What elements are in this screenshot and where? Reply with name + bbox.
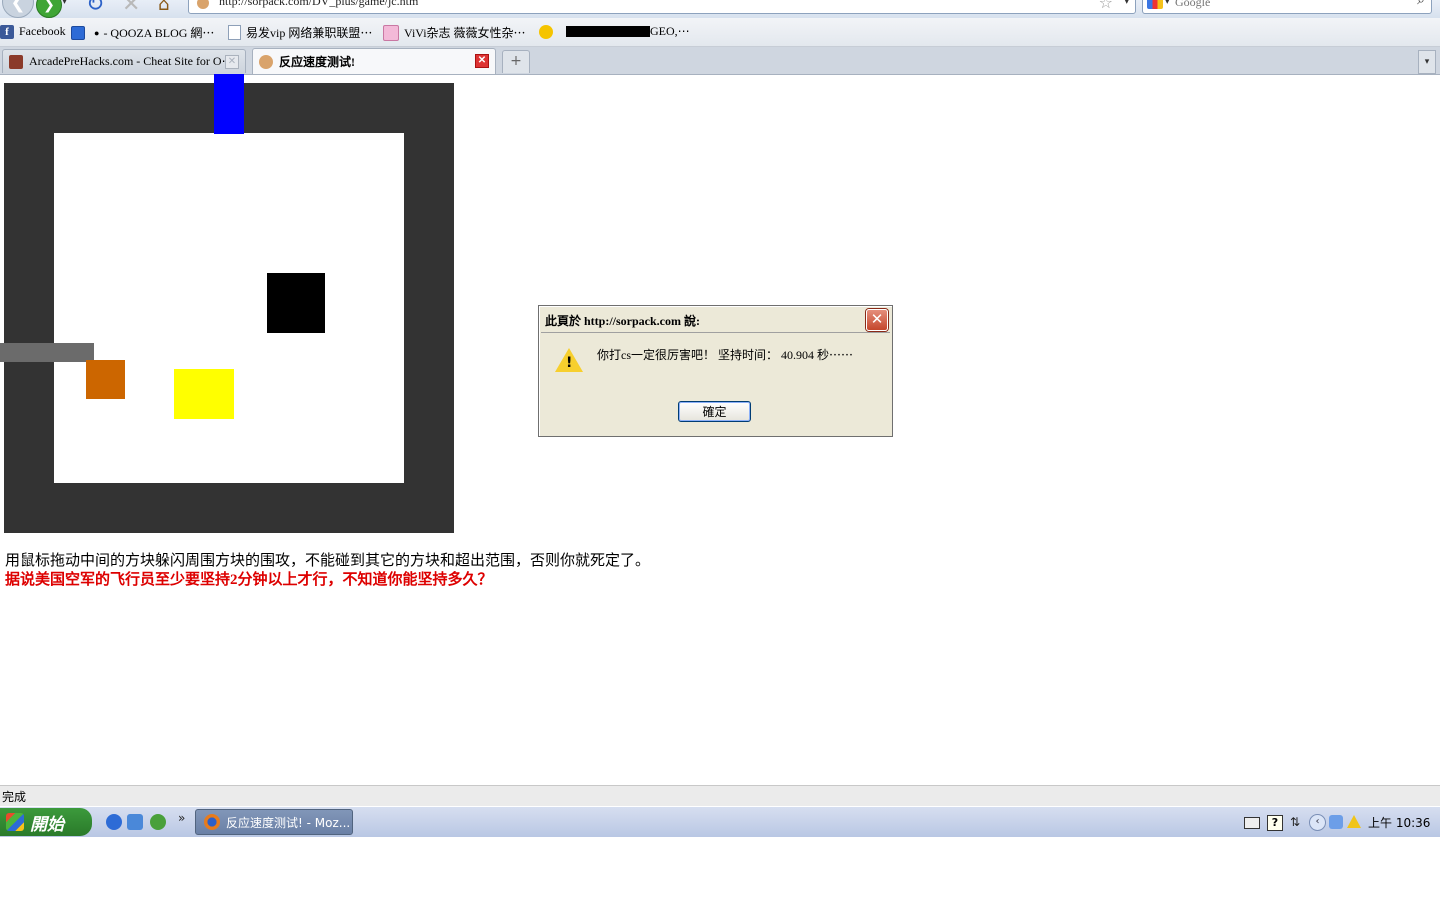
- internet-explorer-icon[interactable]: [106, 814, 122, 830]
- close-tab-icon[interactable]: ✕: [475, 54, 489, 68]
- reload-icon[interactable]: ↻: [86, 0, 104, 17]
- bookmark-facebook[interactable]: f Facebook: [0, 24, 66, 39]
- lightbulb-icon: [539, 24, 553, 39]
- forward-button[interactable]: ❯: [36, 0, 62, 18]
- tab-list-dropdown-icon[interactable]: ▾: [1418, 50, 1436, 74]
- dialog-title: 此頁於 http://sorpack.com 說:: [545, 314, 700, 328]
- game-instructions: 用鼠标拖动中间的方块躲闪周围方块的围攻，不能碰到其它的方块和超出范围，否则你就死…: [5, 553, 651, 569]
- bookmark-geo[interactable]: GEO,⋯: [539, 24, 690, 39]
- ime-icon[interactable]: ⇅: [1290, 815, 1304, 829]
- dialog-separator: [541, 332, 890, 333]
- url-bar[interactable]: http://sorpack.com/DV_plus/game/jc.htm ☆…: [188, 0, 1136, 14]
- player-block[interactable]: [86, 360, 125, 399]
- taskbar-firefox-window[interactable]: 反应速度测试! - Moz...: [195, 809, 353, 835]
- close-tab-icon[interactable]: ✕: [225, 55, 239, 69]
- tab-label: ArcadePreHacks.com - Cheat Site for O⋯: [29, 54, 225, 68]
- browser-icon[interactable]: [127, 814, 143, 830]
- firefox-icon: [204, 814, 220, 830]
- search-input[interactable]: [1175, 0, 1395, 10]
- bookmarks-toolbar: f Facebook ● - QOOZA BLOG 網⋯ 易发vip 网络兼职联…: [0, 18, 1440, 47]
- bookmark-label: 易发vip 网络兼职联盟⋯: [246, 26, 373, 40]
- bookmark-label: GEO,⋯: [650, 24, 690, 38]
- bookmark-qooza-blog[interactable]: ● - QOOZA BLOG 網⋯: [71, 24, 214, 41]
- bookmark-label: Facebook: [19, 24, 66, 38]
- tab-label: 反应速度测试!: [279, 55, 355, 69]
- windows-logo-icon: [6, 813, 24, 831]
- back-button[interactable]: ❮: [2, 0, 34, 18]
- warning-mark-icon: !: [566, 355, 573, 371]
- bookmark-star-icon[interactable]: ☆: [1099, 0, 1113, 12]
- bookmark-label: ViVi杂志 薇薇女性杂⋯: [404, 26, 526, 40]
- new-tab-button[interactable]: +: [502, 50, 530, 73]
- plus-icon: +: [510, 53, 522, 69]
- google-logo-icon[interactable]: [1147, 0, 1163, 9]
- tab-strip: ArcadePreHacks.com - Cheat Site for O⋯ ✕…: [0, 47, 1440, 75]
- arcade-favicon-icon: [9, 54, 23, 69]
- network-icon[interactable]: [1329, 815, 1343, 829]
- enemy-block-blue: [214, 74, 244, 134]
- history-dropdown-icon[interactable]: ▾: [62, 0, 67, 7]
- enemy-block-gray: [0, 343, 94, 362]
- search-box[interactable]: ▾ ⌕: [1142, 0, 1432, 14]
- forward-arrow-icon: ❯: [43, 0, 55, 13]
- search-icon[interactable]: ⌕: [1417, 0, 1425, 8]
- start-button[interactable]: 開始: [0, 808, 92, 836]
- vivi-icon: [383, 24, 399, 41]
- qooza-icon: [71, 25, 85, 40]
- enemy-block-yellow: [174, 369, 234, 419]
- security-warning-icon[interactable]: [1347, 815, 1361, 828]
- task-label: 反应速度测试! - Moz...: [226, 815, 351, 830]
- tab-arcadeprehacks[interactable]: ArcadePreHacks.com - Cheat Site for O⋯ ✕: [2, 49, 246, 73]
- help-icon[interactable]: ?: [1267, 815, 1283, 831]
- back-arrow-icon: ❮: [10, 0, 26, 13]
- bookmark-vivi-magazine[interactable]: ViVi杂志 薇薇女性杂⋯: [383, 24, 526, 41]
- stop-icon[interactable]: ✕: [122, 0, 140, 17]
- dialog-message: 你打cs一定很厉害吧！ 坚持时间： 40.904 秒⋯⋯: [597, 348, 853, 362]
- keyboard-icon[interactable]: [1244, 817, 1260, 829]
- site-favicon-icon: [197, 0, 209, 9]
- clock: 上午 10:36: [1368, 816, 1431, 830]
- game-arena: [54, 133, 404, 483]
- bookmark-yifa-vip[interactable]: 易发vip 网络兼职联盟⋯: [228, 24, 372, 41]
- status-bar: 完成: [0, 785, 1440, 806]
- tab-reaction-test[interactable]: 反应速度测试! ✕: [252, 48, 496, 74]
- bookmark-label: - QOOZA BLOG 網⋯: [103, 26, 215, 40]
- status-text: 完成: [2, 790, 27, 804]
- close-icon[interactable]: ✕: [866, 309, 888, 331]
- challenge-text: 据说美国空军的飞行员至少要坚持2分钟以上才行，不知道你能坚持多久？: [5, 572, 493, 588]
- facebook-icon: f: [0, 24, 14, 39]
- alert-dialog: 此頁於 http://sorpack.com 說: ✕ ! 你打cs一定很厉害吧…: [538, 305, 893, 437]
- ok-button[interactable]: 確定: [678, 401, 751, 422]
- home-icon[interactable]: ⌂: [158, 0, 169, 15]
- tray-expand-icon[interactable]: ‹: [1309, 814, 1326, 831]
- quicklaunch-more-icon[interactable]: »: [178, 811, 185, 825]
- search-engine-dropdown-icon[interactable]: ▾: [1165, 0, 1170, 7]
- site-favicon-icon: [259, 54, 273, 69]
- page-icon: [228, 25, 241, 40]
- redacted-bar: [566, 26, 650, 37]
- navigation-toolbar: ❮ ❯ ▾ ↻ ✕ ⌂ http://sorpack.com/DV_plus/g…: [0, 0, 1440, 18]
- taskbar: 開始 » 反应速度测试! - Moz... ? ⇅ ‹ 上午 10:36: [0, 806, 1440, 837]
- url-dropdown-icon[interactable]: ▾: [1124, 0, 1129, 7]
- start-label: 開始: [30, 814, 64, 835]
- msn-messenger-icon[interactable]: [150, 814, 166, 830]
- bullet-icon: ●: [94, 27, 100, 38]
- url-text[interactable]: http://sorpack.com/DV_plus/game/jc.htm: [219, 0, 418, 9]
- enemy-block-black: [267, 273, 325, 333]
